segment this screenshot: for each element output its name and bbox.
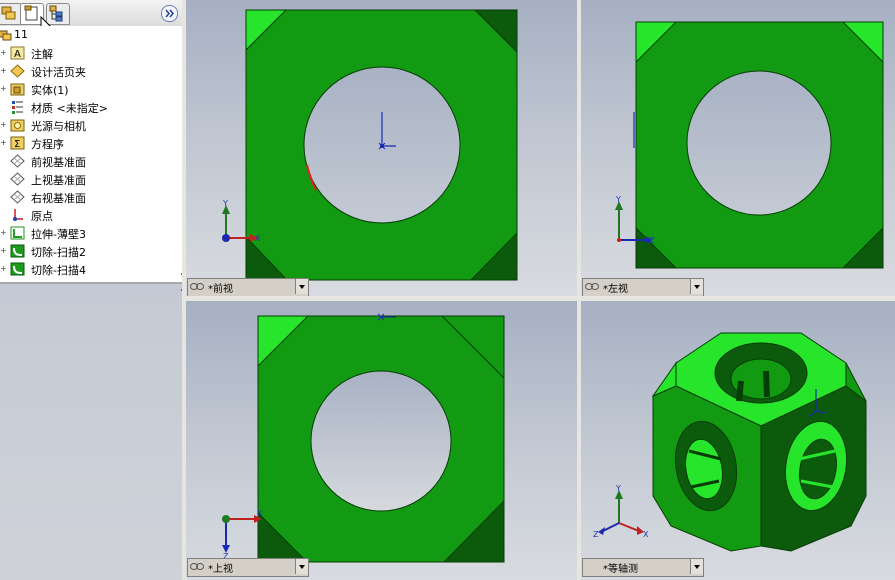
link-views-icon xyxy=(585,283,599,290)
plane-icon xyxy=(10,172,25,186)
view-selector-left[interactable]: *左视 xyxy=(582,278,704,296)
plane-icon xyxy=(10,190,25,204)
link-views-icon xyxy=(190,283,204,290)
chevron-down-icon[interactable] xyxy=(690,279,703,294)
viewport-left[interactable]: Y Z *左视 xyxy=(581,0,895,296)
expand-icon[interactable]: + xyxy=(0,67,7,75)
tree-item-cut-sweep2[interactable]: + 切除-扫描2 xyxy=(0,242,182,260)
tab-feature-manager[interactable] xyxy=(0,3,22,25)
expand-icon[interactable]: + xyxy=(0,229,7,237)
chevron-down-icon[interactable] xyxy=(295,279,308,294)
design-binder-icon xyxy=(10,64,25,78)
tree-item-extrude-thin3[interactable]: + 拉伸-薄壁3 xyxy=(0,224,182,242)
tree-item-label: 上视基准面 xyxy=(31,174,86,187)
tree-item-front-plane[interactable]: 前视基准面 xyxy=(0,152,182,170)
viewport-top[interactable]: X Z *上视 xyxy=(186,301,577,580)
tree-item-label: 注解 xyxy=(31,48,53,61)
tree-item-label: 前视基准面 xyxy=(31,156,86,169)
tree-item-right-plane[interactable]: 右视基准面 xyxy=(0,188,182,206)
top-view-model: X Z xyxy=(222,313,505,563)
svg-text:A: A xyxy=(14,49,21,60)
plane-icon xyxy=(10,154,25,168)
cut-sweep-feature-icon xyxy=(10,244,25,258)
lights-cameras-icon xyxy=(10,119,25,132)
axis-label-z: Z xyxy=(649,236,655,245)
view-name: *上视 xyxy=(208,564,233,575)
view-selector-isometric[interactable]: *等轴测 xyxy=(582,558,704,577)
chevron-down-icon[interactable] xyxy=(295,559,308,574)
link-views-icon xyxy=(190,563,204,570)
tree-item-label: 设计活页夹 xyxy=(31,66,86,79)
double-chevron-right-icon xyxy=(165,9,174,18)
solid-bodies-folder-icon xyxy=(10,83,25,96)
tree-item-annotations[interactable]: + A 注解 xyxy=(0,44,182,62)
left-view-model: Y Z xyxy=(615,21,884,269)
tree-item-equations[interactable]: + Σ 方程序 xyxy=(0,134,182,152)
axis-label-y: Y xyxy=(615,484,621,493)
tree-item-label: 拉伸-薄壁3 xyxy=(31,228,86,241)
axis-label-z: Z xyxy=(593,530,599,539)
tree-item-label: 切除-扫描4 xyxy=(31,264,86,277)
tree-item-label: 光源与相机 xyxy=(31,120,86,133)
isometric-view-model: Y X Z xyxy=(593,332,867,552)
chevron-down-icon[interactable] xyxy=(690,559,703,574)
view-name: *等轴测 xyxy=(603,564,638,575)
extrude-feature-icon xyxy=(10,226,25,240)
part-name: 11 xyxy=(14,28,28,41)
view-selector-top[interactable]: *上视 xyxy=(187,558,309,577)
viewport-isometric[interactable]: Y X Z *等轴测 xyxy=(581,301,895,580)
feature-tree: 11 + A 注解 + 设计活页夹 + 实体(1) 材质 <未指定> + 光源与… xyxy=(0,26,182,284)
expand-icon[interactable]: + xyxy=(0,139,7,147)
expand-icon[interactable]: + xyxy=(0,85,7,93)
part-icon xyxy=(0,30,12,41)
view-name: *前视 xyxy=(208,284,233,295)
tree-item-design-binder[interactable]: + 设计活页夹 xyxy=(0,62,182,80)
svg-text:Σ: Σ xyxy=(14,139,20,150)
expand-icon[interactable]: + xyxy=(0,265,7,273)
axis-label-y: Y xyxy=(222,199,228,208)
tree-root-part[interactable]: 11 xyxy=(0,26,182,44)
equations-icon: Σ xyxy=(10,136,25,150)
annotation-icon: A xyxy=(10,46,25,60)
tree-item-label: 实体(1) xyxy=(31,84,69,97)
tree-item-label: 右视基准面 xyxy=(31,192,86,205)
tree-item-label: 材质 <未指定> xyxy=(31,102,108,115)
expand-panel-button[interactable] xyxy=(161,5,178,22)
viewport-front[interactable]: Y X *前视 xyxy=(186,0,577,296)
tree-item-cut-sweep4[interactable]: + 切除-扫描4 xyxy=(0,260,182,278)
tree-item-label: 切除-扫描2 xyxy=(31,246,86,259)
tree-item-label: 原点 xyxy=(31,210,53,223)
tree-item-solid-bodies[interactable]: + 实体(1) xyxy=(0,80,182,98)
axis-label-x: X xyxy=(257,509,263,518)
tree-item-top-plane[interactable]: 上视基准面 xyxy=(0,170,182,188)
property-sheet-icon xyxy=(24,5,38,21)
tree-item-lights-cameras[interactable]: + 光源与相机 xyxy=(0,116,182,134)
origin-icon xyxy=(13,209,23,221)
front-view-model: Y X xyxy=(222,9,518,281)
view-name: *左视 xyxy=(603,284,628,295)
expand-icon[interactable]: + xyxy=(0,49,7,57)
tree-item-material[interactable]: 材质 <未指定> xyxy=(0,98,182,116)
expand-icon[interactable]: + xyxy=(0,247,7,255)
material-icon xyxy=(12,101,23,114)
axis-label-y: Y xyxy=(615,195,621,204)
panel-tab-bar xyxy=(0,0,182,35)
tree-item-origin[interactable]: 原点 xyxy=(0,206,182,224)
axis-label-x: X xyxy=(643,530,649,539)
expand-icon[interactable]: + xyxy=(0,121,7,129)
axis-label-x: X xyxy=(255,234,261,243)
feature-tree-icon xyxy=(1,6,16,20)
tree-item-label: 方程序 xyxy=(31,138,64,151)
view-selector-front[interactable]: *前视 xyxy=(187,278,309,296)
cut-sweep-feature-icon xyxy=(10,262,25,276)
